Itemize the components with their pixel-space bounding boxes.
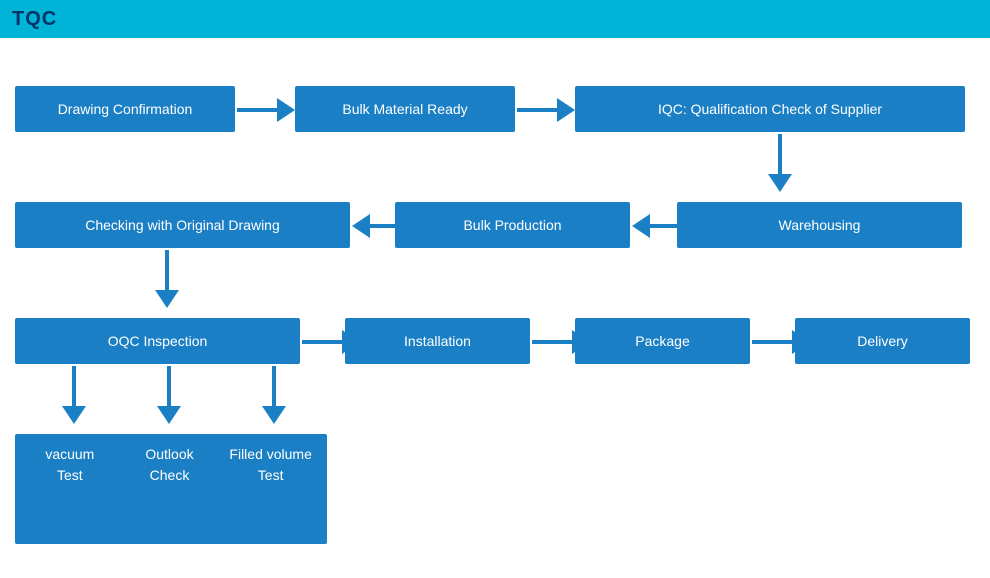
arrow-d2 bbox=[155, 250, 179, 308]
arrow-r2 bbox=[517, 98, 575, 122]
warehousing-box: Warehousing bbox=[677, 202, 962, 248]
filled-volume-test-label: Filled volume Test bbox=[229, 444, 311, 486]
flow-diagram: Drawing Confirmation Bulk Material Ready… bbox=[0, 38, 990, 578]
vacuum-test-label: vacuum Test bbox=[45, 444, 94, 486]
header-arrow-decoration bbox=[220, 0, 250, 38]
arrow-d3-vacuum bbox=[62, 366, 86, 424]
iqc-box: IQC: Qualification Check of Supplier bbox=[575, 86, 965, 132]
outlook-check-label: Outlook Check bbox=[145, 444, 193, 486]
arrow-d1 bbox=[768, 134, 792, 192]
bulk-production-box: Bulk Production bbox=[395, 202, 630, 248]
drawing-confirmation-box: Drawing Confirmation bbox=[15, 86, 235, 132]
oqc-inspection-box: OQC Inspection bbox=[15, 318, 300, 364]
header-title: TQC bbox=[12, 8, 57, 31]
package-box: Package bbox=[575, 318, 750, 364]
arrow-r1 bbox=[237, 98, 295, 122]
bulk-material-ready-box: Bulk Material Ready bbox=[295, 86, 515, 132]
arrow-d3-filled bbox=[262, 366, 286, 424]
header: TQC bbox=[0, 0, 990, 38]
sub-checks-box: vacuum Test Outlook Check Filled volume … bbox=[15, 434, 327, 544]
arrow-d3-outlook bbox=[157, 366, 181, 424]
checking-original-box: Checking with Original Drawing bbox=[15, 202, 350, 248]
installation-box: Installation bbox=[345, 318, 530, 364]
delivery-box: Delivery bbox=[795, 318, 970, 364]
